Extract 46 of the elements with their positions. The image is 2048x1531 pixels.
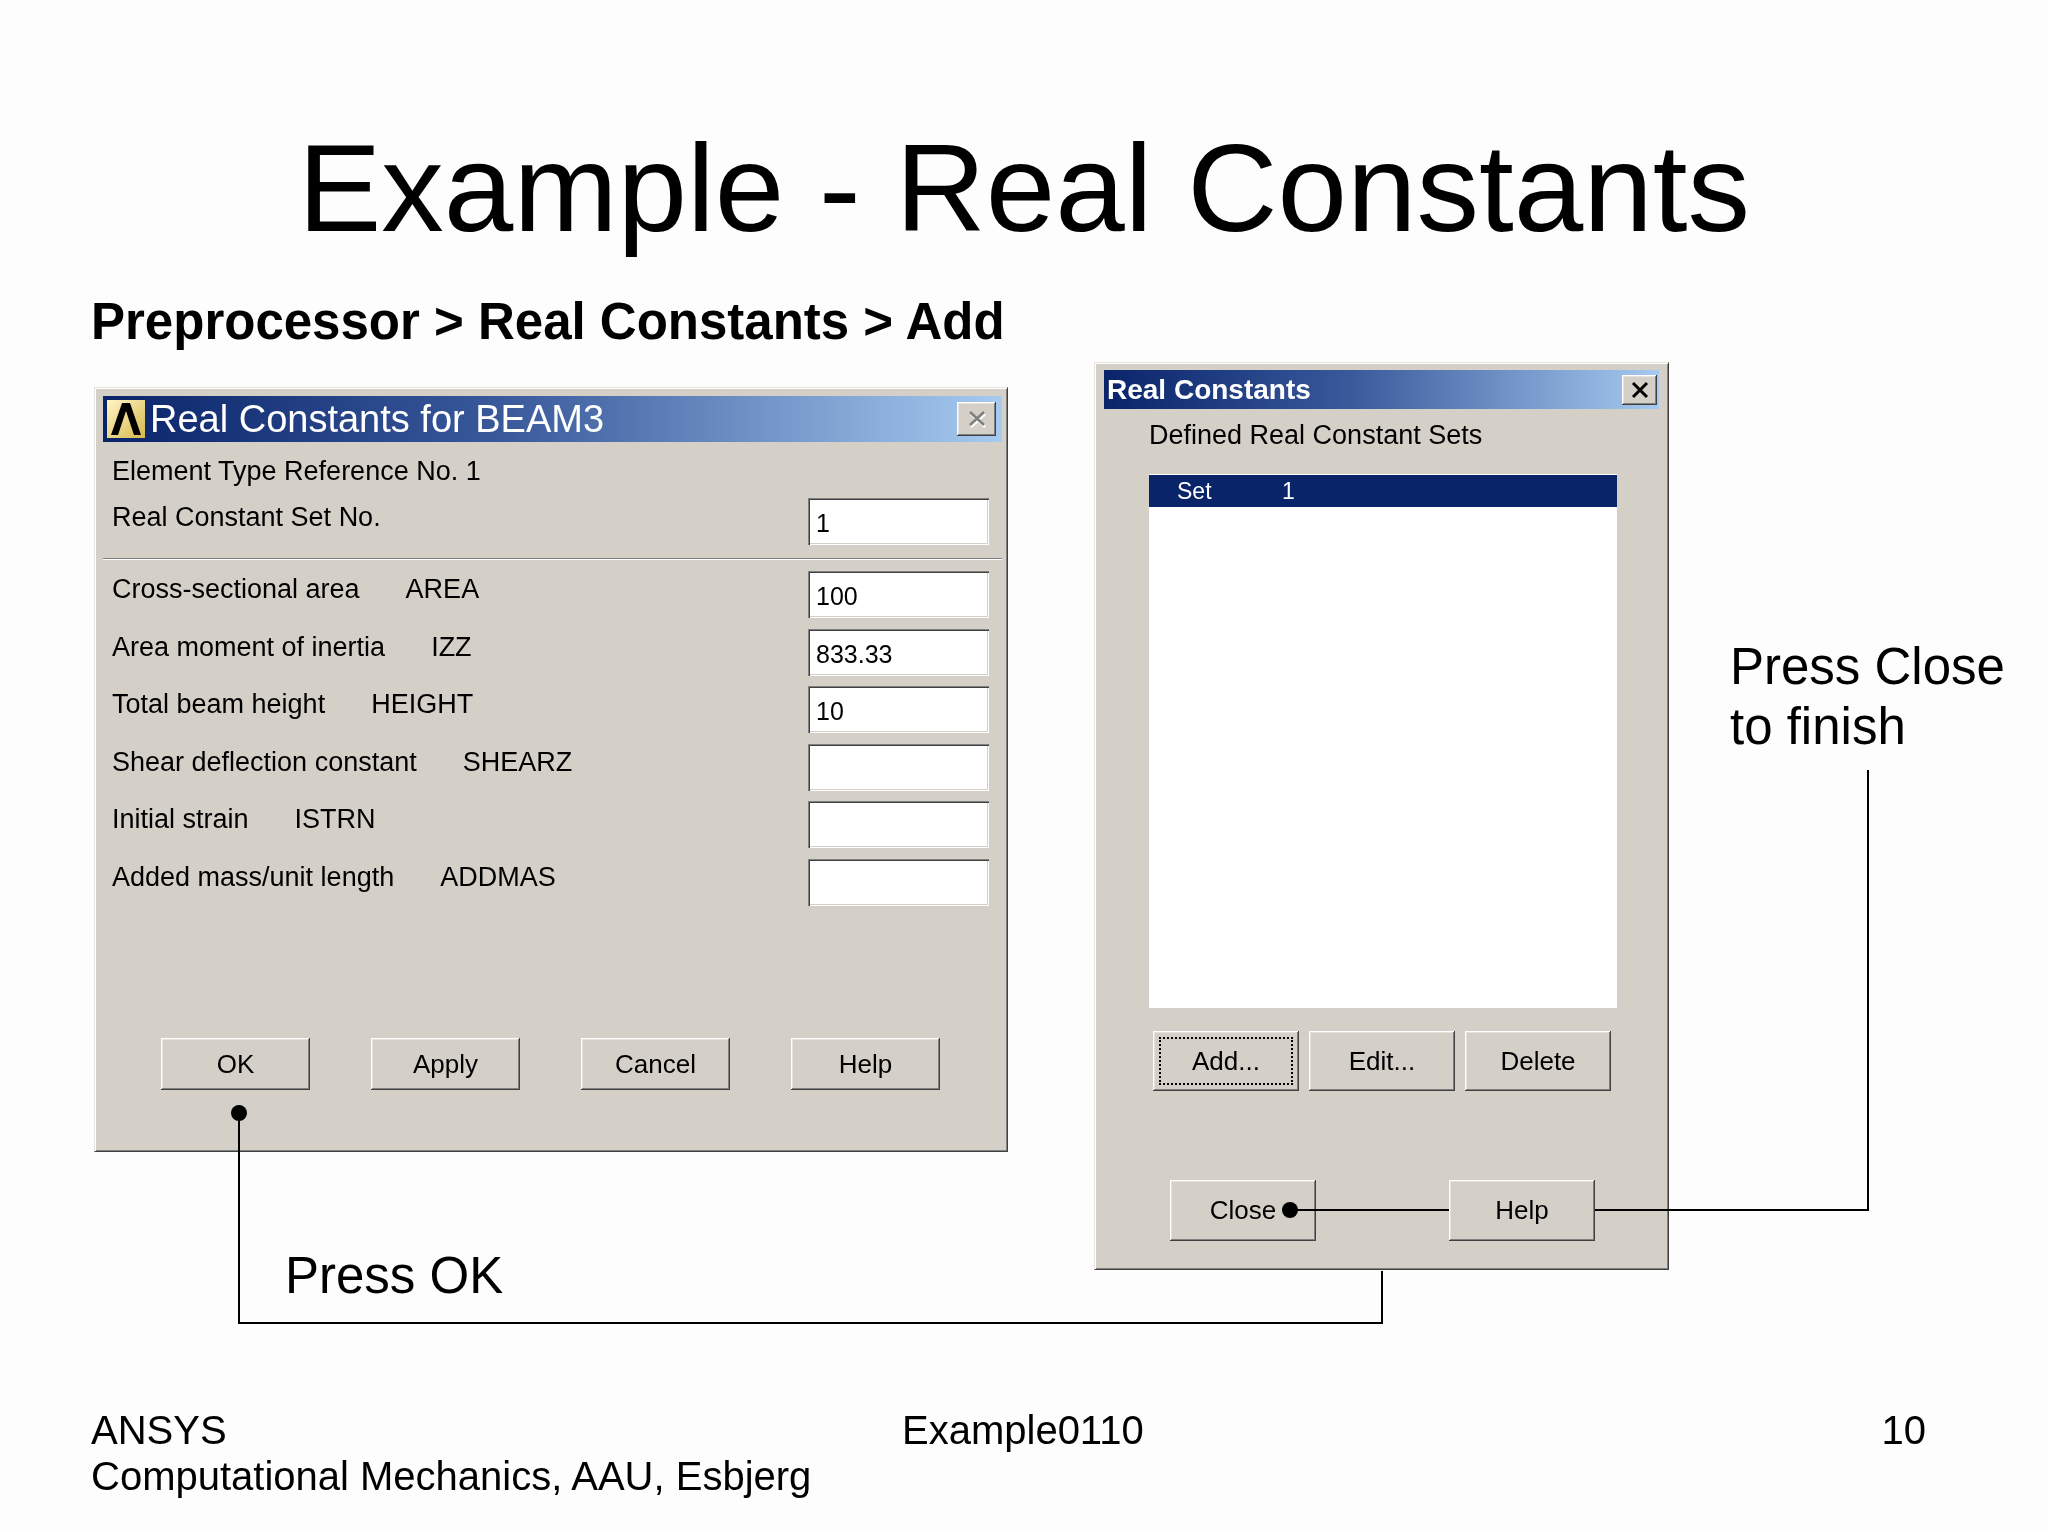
parameter-code: HEIGHT	[371, 688, 474, 721]
parameter-code: AREA	[405, 573, 480, 606]
parameter-code: SHEARZ	[462, 745, 573, 779]
list-label: Defined Real Constant Sets	[1149, 419, 1483, 452]
parameter-code: ISTRN	[294, 803, 376, 836]
field-label: Added mass/unit length	[112, 860, 395, 894]
page-number: 10	[1881, 1407, 1926, 1453]
close-button[interactable]	[1622, 374, 1657, 405]
field-label: Real Constant Set No.	[112, 501, 381, 534]
dialog-button[interactable]: Delete	[1465, 1031, 1611, 1091]
dialog-button[interactable]: Edit...	[1309, 1031, 1455, 1091]
window-title: Real Constants for BEAM3	[150, 399, 605, 439]
window-title: Real Constants	[1107, 373, 1311, 406]
callout-text: Press OK	[285, 1246, 504, 1306]
close-icon	[1629, 380, 1650, 399]
dialog-button[interactable]: Add...	[1153, 1031, 1299, 1091]
slide-title: Example - Real Constants	[298, 117, 1750, 259]
footer-text: Example0110	[902, 1407, 1144, 1453]
input-field[interactable]	[808, 743, 989, 791]
field-label: Area moment of inertia	[112, 630, 386, 664]
dialog-button[interactable]: Close	[1170, 1180, 1316, 1241]
list-item[interactable]: Set 1	[1149, 475, 1617, 507]
dialog-button[interactable]: Help	[791, 1038, 940, 1090]
field-label: Cross-sectional area	[112, 573, 360, 606]
input-field[interactable]: 1	[808, 498, 989, 545]
parameter-code: ADDMAS	[440, 860, 556, 894]
element-type-text: Element Type Reference No. 1	[112, 455, 481, 488]
input-field[interactable]: 100	[808, 571, 989, 618]
input-field[interactable]: 833.33	[808, 628, 989, 676]
callout-text: Press Close to finish	[1730, 637, 2006, 757]
footer-text: ANSYS	[91, 1407, 227, 1453]
input-field[interactable]	[808, 858, 989, 906]
parameter-code: IZZ	[431, 630, 472, 664]
footer-text: Computational Mechanics, AAU, Esbjerg	[91, 1453, 812, 1499]
list-box[interactable]: Set 1	[1149, 474, 1617, 1008]
dialog-button[interactable]: Cancel	[581, 1038, 730, 1090]
field-label: Total beam height	[112, 688, 326, 721]
field-label: Initial strain	[112, 803, 249, 836]
field-label: Shear deflection constant	[112, 745, 417, 779]
logo-icon	[107, 400, 145, 438]
dialog-button[interactable]: Help	[1449, 1180, 1595, 1241]
menu-path: Preprocessor > Real Constants > Add	[91, 292, 1005, 351]
input-field[interactable]	[808, 801, 989, 848]
input-field[interactable]: 10	[808, 686, 989, 733]
dialog-button[interactable]: OK	[161, 1038, 310, 1090]
dialog-button[interactable]: Apply	[371, 1038, 520, 1090]
